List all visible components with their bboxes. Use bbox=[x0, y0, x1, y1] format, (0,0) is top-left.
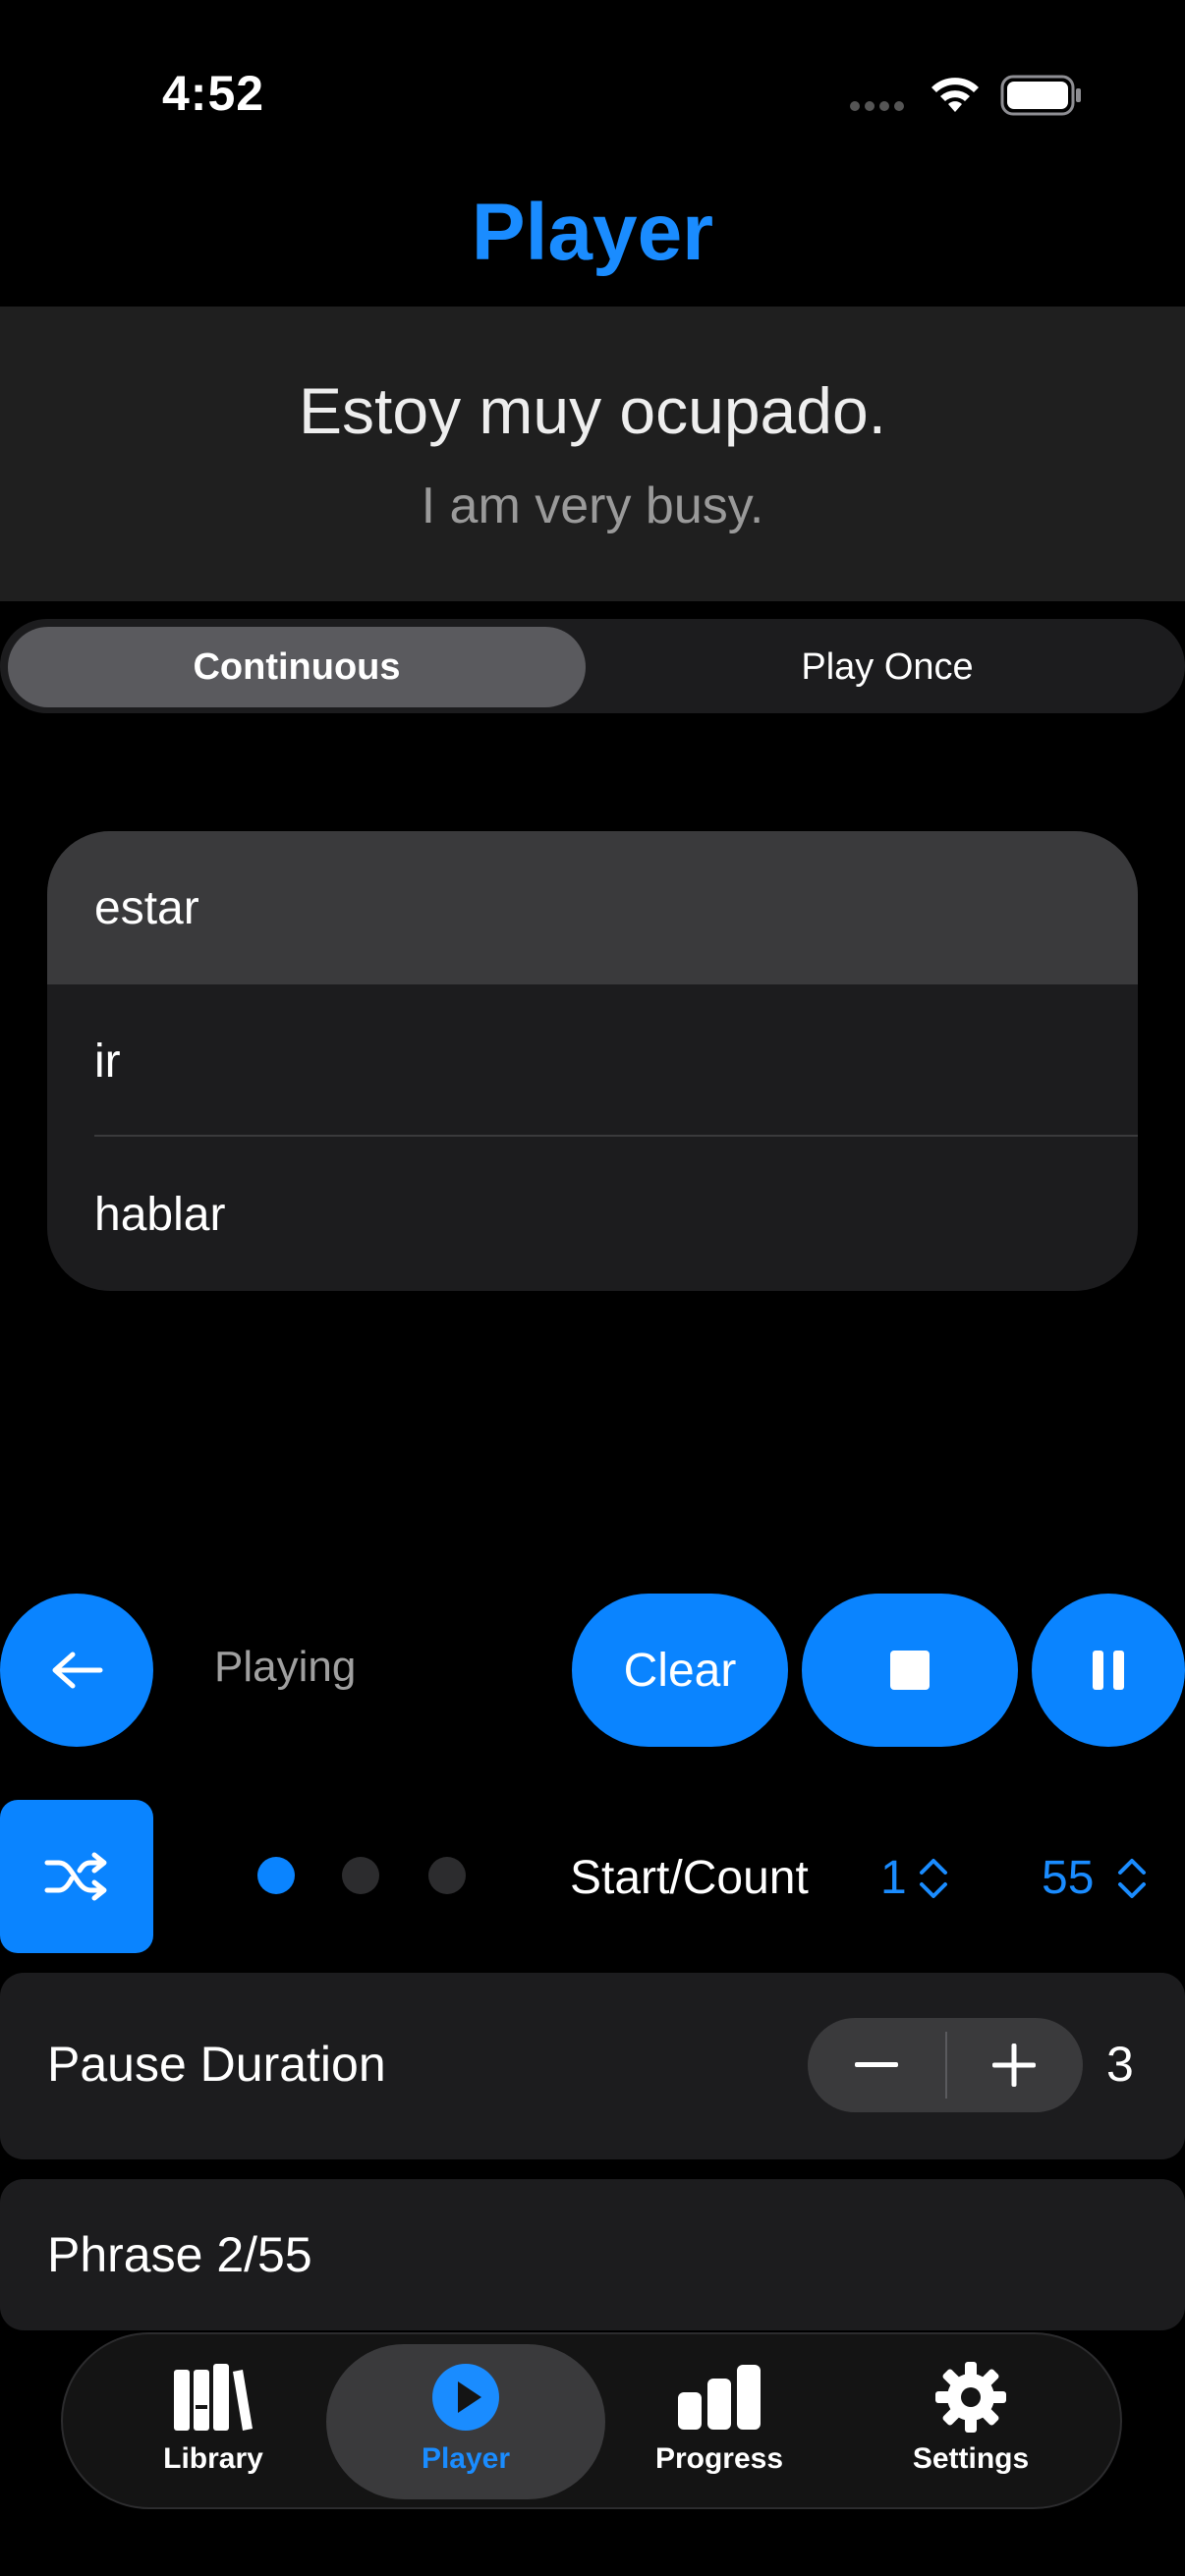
phrase-progress-label: Phrase 2/55 bbox=[47, 2227, 312, 2282]
battery-icon bbox=[1000, 75, 1081, 116]
gear-icon bbox=[935, 2362, 1006, 2433]
start-picker[interactable]: 1 bbox=[880, 1851, 907, 1905]
shuffle-button[interactable] bbox=[0, 1800, 153, 1953]
plus-icon bbox=[992, 2044, 1036, 2087]
list-item-hablar[interactable]: hablar bbox=[47, 1138, 1138, 1291]
chevron-up-down-icon bbox=[920, 1859, 947, 1898]
page-title: Player bbox=[471, 188, 714, 277]
list-item-ir[interactable]: ir bbox=[47, 984, 1138, 1138]
segment-continuous[interactable]: Continuous bbox=[8, 627, 586, 707]
arrow-left-icon bbox=[52, 1652, 103, 1689]
segment-play-once[interactable]: Play Once bbox=[597, 627, 1177, 707]
books-icon bbox=[174, 2364, 253, 2431]
back-button[interactable] bbox=[0, 1594, 153, 1747]
verb-list: estar ir hablar bbox=[47, 831, 1138, 1291]
pause-duration-value: 3 bbox=[1106, 2037, 1134, 2092]
tab-settings[interactable]: Settings bbox=[853, 2358, 1089, 2495]
list-divider bbox=[94, 1135, 1138, 1137]
stop-button[interactable] bbox=[802, 1594, 1018, 1747]
playback-status: Playing bbox=[214, 1643, 357, 1691]
tab-label: Player bbox=[421, 2442, 511, 2475]
stop-icon bbox=[890, 1651, 930, 1690]
status-time: 4:52 bbox=[162, 66, 265, 121]
phrase-card bbox=[0, 307, 1185, 601]
count-picker[interactable]: 55 bbox=[1042, 1851, 1094, 1905]
cellular-signal-icon bbox=[850, 101, 904, 111]
page-dot-1[interactable] bbox=[257, 1857, 295, 1894]
tab-library[interactable]: Library bbox=[95, 2358, 331, 2495]
chevron-up-down-icon bbox=[1118, 1859, 1146, 1898]
wifi-icon bbox=[931, 78, 979, 112]
start-count-label: Start/Count bbox=[570, 1852, 809, 1904]
start-value: 1 bbox=[880, 1852, 907, 1904]
list-item-estar[interactable]: estar bbox=[47, 831, 1138, 984]
page-dot-3[interactable] bbox=[428, 1857, 466, 1894]
pause-icon bbox=[1093, 1651, 1124, 1690]
bar-chart-icon bbox=[678, 2365, 761, 2430]
minus-icon bbox=[855, 2062, 898, 2067]
pause-button[interactable] bbox=[1032, 1594, 1185, 1747]
shuffle-icon bbox=[44, 1852, 107, 1901]
page-dot-2[interactable] bbox=[342, 1857, 379, 1894]
tab-label: Progress bbox=[654, 2442, 784, 2475]
tab-progress[interactable]: Progress bbox=[601, 2358, 837, 2495]
tab-label: Settings bbox=[912, 2442, 1030, 2475]
clear-button[interactable]: Clear bbox=[572, 1594, 788, 1747]
increment-button[interactable] bbox=[945, 2018, 1083, 2112]
tab-player[interactable]: Player bbox=[348, 2358, 584, 2495]
decrement-button[interactable] bbox=[808, 2018, 945, 2112]
phrase-spanish: Estoy muy ocupado. bbox=[299, 374, 886, 447]
tab-label: Library bbox=[163, 2442, 263, 2475]
pause-duration-label: Pause Duration bbox=[47, 2037, 386, 2092]
play-circle-icon bbox=[432, 2364, 499, 2431]
count-value: 55 bbox=[1042, 1852, 1095, 1904]
phrase-english: I am very busy. bbox=[421, 477, 764, 534]
